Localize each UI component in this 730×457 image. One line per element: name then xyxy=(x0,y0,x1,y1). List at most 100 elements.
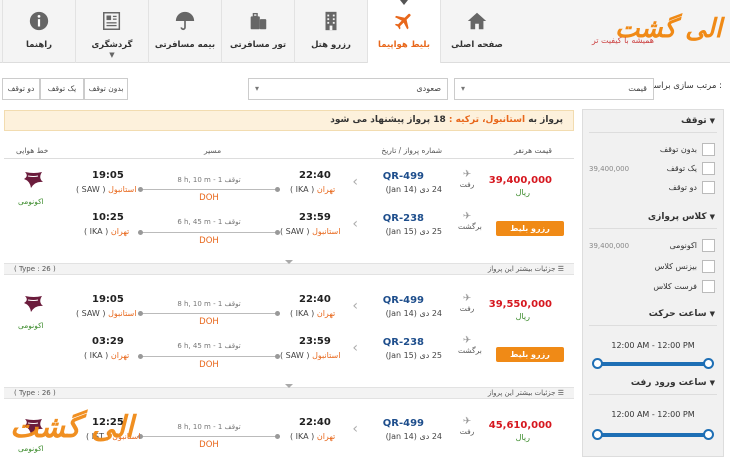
flight-number: QR-499 xyxy=(382,418,424,429)
chevron-down-icon: ▼ xyxy=(109,51,115,59)
flight-number: QR-499 xyxy=(382,171,424,182)
outbound-indicator: ✈ رفت xyxy=(459,169,475,190)
top-nav-bar: الی گشت همیشه با کیفیت تر صفحه اصلی بلیط… xyxy=(0,0,730,63)
departure-city: استانبول xyxy=(312,227,341,236)
departure-city: استانبول xyxy=(312,351,341,360)
departure-slider-min-handle[interactable] xyxy=(592,358,603,369)
flight-date: 24 دی (14 Jan) xyxy=(385,432,442,441)
nav-help[interactable]: راهنما xyxy=(2,0,75,63)
list-icon: ☰ xyxy=(557,389,564,397)
flight-date: 25 دی (15 Jan) xyxy=(385,227,442,236)
book-ticket-button[interactable]: رزرو بلیط xyxy=(496,347,564,362)
currency-label: ریال xyxy=(515,312,530,321)
stopover-airport: DOH xyxy=(199,360,219,370)
departure-code: ( SAW ) xyxy=(280,227,310,236)
class-filter-title[interactable]: کلاس پروازی ▼ xyxy=(648,212,715,222)
fare-type-label: ( Type : 26 ) xyxy=(14,389,56,397)
nav-insurance[interactable]: بیمه مسافرتی xyxy=(148,0,221,63)
class-economy-checkbox[interactable] xyxy=(702,239,715,252)
airline-class: اکونومی xyxy=(18,197,44,206)
qatar-airways-logo-icon xyxy=(24,296,43,312)
route-line xyxy=(138,230,280,235)
hotel-icon xyxy=(325,11,337,31)
departure-city: تهران xyxy=(316,185,336,194)
class-business-checkbox[interactable] xyxy=(702,260,715,273)
departure-slider[interactable] xyxy=(597,362,709,366)
home-icon xyxy=(467,12,487,30)
class-option-label: بیزنس کلاس xyxy=(654,262,697,271)
site-logo[interactable]: الی گشت همیشه با کیفیت تر xyxy=(572,14,722,54)
arrival-slider-min-handle[interactable] xyxy=(592,429,603,440)
nav-home[interactable]: صفحه اصلی xyxy=(440,0,513,63)
arrival-slider-max-handle[interactable] xyxy=(703,429,714,440)
chevron-down-icon: ▾ xyxy=(255,84,260,93)
return-indicator: ✈ برگشت xyxy=(458,335,482,356)
departure-code: ( SAW ) xyxy=(280,351,310,360)
nav-hotel[interactable]: رزرو هتل xyxy=(294,0,367,63)
flight-date: 25 دی (15 Jan) xyxy=(385,351,442,360)
filter-one-stop-button[interactable]: یک توقف xyxy=(40,78,84,100)
nav-flights[interactable]: بلیط هواپیما xyxy=(367,0,440,63)
results-banner: پرواز به استانبول، ترکیه : 18 پرواز پیشن… xyxy=(4,110,574,131)
results-column-header: قیمت هرنفر شماره پرواز / تاریخ مسیر خط ه… xyxy=(4,143,574,159)
stop-two-checkbox[interactable] xyxy=(702,181,715,194)
plane-landing-icon: ✈ xyxy=(462,211,472,222)
nav-tourism[interactable]: گردشگری ▼ xyxy=(75,0,148,63)
departure-time: 22:40 xyxy=(299,170,331,181)
plane-takeoff-icon: ✈ xyxy=(462,293,472,304)
flight-result-card: 39,550,000 ریال ✈ رفت QR-499 24 دی (14 Ja… xyxy=(4,278,574,400)
arrival-code: ( SAW ) xyxy=(76,309,106,318)
departure-filter-title[interactable]: ساعت حرکت ▼ xyxy=(649,309,715,319)
logo-tagline: همیشه با کیفیت تر xyxy=(591,36,654,45)
stop-option-price: 39,400,000 xyxy=(589,165,630,173)
class-option-label: فرست کلاس xyxy=(653,282,697,291)
qatar-airways-logo-icon xyxy=(24,172,43,188)
arrival-slider[interactable] xyxy=(597,433,709,437)
departure-time: 23:59 xyxy=(299,212,331,223)
arrival-time: 19:05 xyxy=(92,294,124,305)
chevron-left-icon: ‹ xyxy=(352,340,358,356)
route-line xyxy=(138,187,280,192)
outbound-indicator: ✈ رفت xyxy=(459,416,475,437)
sort-field-select[interactable]: قیمت ▾ xyxy=(454,78,654,100)
airline-class: اکونومی xyxy=(18,321,44,330)
flight-result-card: 39,400,000 ریال ✈ رفت QR-499 24 دی (14 Ja… xyxy=(4,160,574,276)
results-summary: پرواز به استانبول، ترکیه : 18 پرواز پیشن… xyxy=(330,115,563,125)
caret-down-icon: ▼ xyxy=(709,310,715,318)
stopover-airport: DOH xyxy=(199,317,219,327)
arrival-time: 10:25 xyxy=(92,212,124,223)
outbound-indicator: ✈ رفت xyxy=(459,293,475,314)
flight-number: QR-499 xyxy=(382,295,424,306)
flight-date: 24 دی (14 Jan) xyxy=(385,309,442,318)
sort-field-value: قیمت xyxy=(628,84,647,93)
stop-nonstop-checkbox[interactable] xyxy=(702,143,715,156)
departure-code: ( IKA ) xyxy=(290,185,315,194)
filter-nonstop-button[interactable]: بدون توقف xyxy=(84,78,128,100)
book-ticket-button[interactable]: رزرو بلیط xyxy=(496,221,564,236)
column-price: قیمت هرنفر xyxy=(513,146,552,155)
column-route: مسیر xyxy=(204,146,222,155)
column-flight: شماره پرواز / تاریخ xyxy=(381,146,442,155)
route-line xyxy=(138,434,280,439)
departure-slider-max-handle[interactable] xyxy=(703,358,714,369)
class-first-checkbox[interactable] xyxy=(702,280,715,293)
caret-down-icon xyxy=(285,384,293,388)
stops-filter-title[interactable]: توقف ▼ xyxy=(681,116,715,126)
flight-details-link[interactable]: جزئیات بیشتر این پرواز ☰ xyxy=(488,265,564,273)
stop-one-checkbox[interactable] xyxy=(702,162,715,175)
stop-option-label: بدون توقف xyxy=(659,145,697,154)
flight-details-link[interactable]: جزئیات بیشتر این پرواز ☰ xyxy=(488,389,564,397)
departure-time: 23:59 xyxy=(299,336,331,347)
class-option-price: 39,400,000 xyxy=(589,242,630,250)
nav-hotel-label: رزرو هتل xyxy=(311,40,351,50)
chevron-down-icon: ▾ xyxy=(461,84,466,93)
departure-range-label: 12:00 AM - 12:00 PM xyxy=(611,341,695,350)
column-airline: خط هوایی xyxy=(16,146,49,155)
nav-tour[interactable]: تور مسافرتی xyxy=(221,0,294,63)
filter-two-stop-button[interactable]: دو توقف xyxy=(2,78,40,100)
sort-order-select[interactable]: صعودی ▾ xyxy=(248,78,448,100)
nav-help-label: راهنما xyxy=(25,40,53,50)
list-icon: ☰ xyxy=(557,265,564,273)
fare-price: 39,550,000 xyxy=(488,299,552,310)
arrival-filter-title[interactable]: ساعت ورود رفت ▼ xyxy=(631,378,715,388)
